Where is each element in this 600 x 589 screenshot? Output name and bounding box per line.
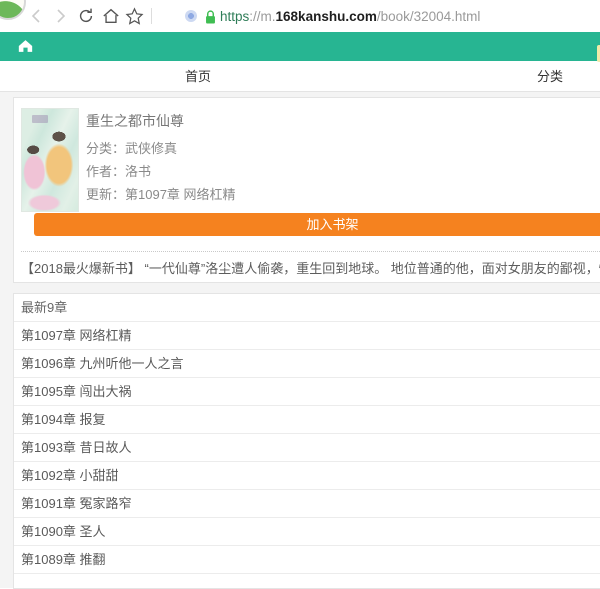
back-button[interactable] xyxy=(26,6,46,26)
site-header-bar xyxy=(0,32,600,61)
url-path: /book/32004.html xyxy=(377,9,481,24)
chapter-link[interactable]: 第1090章 圣人 xyxy=(14,518,600,546)
book-title: 重生之都市仙尊 xyxy=(86,111,184,131)
chapter-link[interactable]: 第1095章 闯出大祸 xyxy=(14,378,600,406)
latest-chapter-value[interactable]: 第1097章 网络杠精 xyxy=(125,187,236,202)
book-category-line: 分类：武侠修真 xyxy=(86,138,177,157)
chapter-list-card: 最新9章 第1097章 网络杠精 第1096章 九州听他一人之言 第1095章 … xyxy=(13,293,600,589)
chapter-link[interactable]: 第1093章 昔日故人 xyxy=(14,434,600,462)
refresh-icon[interactable] xyxy=(76,6,96,26)
chapter-link[interactable]: 第1089章 推翻 xyxy=(14,546,600,574)
url-host-prefix: ://m. xyxy=(249,9,275,24)
book-author-line: 作者：洛书 xyxy=(86,161,151,180)
add-to-shelf-button[interactable]: 加入书架 xyxy=(34,213,600,236)
update-label: 更新： xyxy=(86,187,125,202)
chapter-link[interactable]: 第1092章 小甜甜 xyxy=(14,462,600,490)
chapter-link[interactable]: 第1094章 报复 xyxy=(14,406,600,434)
chapter-link[interactable]: 第1091章 冤家路窄 xyxy=(14,490,600,518)
nav-item-category[interactable]: 分类 xyxy=(537,61,563,92)
category-value: 武侠修真 xyxy=(125,141,177,156)
url-scheme: https xyxy=(220,9,249,24)
site-home-icon[interactable] xyxy=(18,39,33,58)
author-value: 洛书 xyxy=(125,164,151,179)
site-nav: 首页 分类 xyxy=(0,61,600,92)
cover-watermark xyxy=(32,115,48,123)
author-label: 作者： xyxy=(86,164,125,179)
browser-tab-avatar[interactable] xyxy=(0,0,26,20)
chapter-list-header: 最新9章 xyxy=(14,294,600,322)
nav-item-home[interactable]: 首页 xyxy=(185,61,211,92)
browser-toolbar: https://m.168kanshu.com/book/32004.html xyxy=(0,0,600,32)
book-info-card: 重生之都市仙尊 分类：武侠修真 作者：洛书 更新：第1097章 网络杠精 加入书… xyxy=(13,97,600,283)
home-icon[interactable] xyxy=(101,6,121,26)
book-cover-image[interactable] xyxy=(21,108,79,212)
extension-dot-icon[interactable] xyxy=(185,10,197,22)
forward-button[interactable] xyxy=(51,6,71,26)
chapter-link[interactable]: 第1096章 九州听他一人之言 xyxy=(14,350,600,378)
description-divider xyxy=(21,251,600,252)
book-update-line: 更新：第1097章 网络杠精 xyxy=(86,184,236,203)
toolbar-separator xyxy=(151,8,152,24)
bookmark-star-icon[interactable] xyxy=(124,6,144,26)
category-label: 分类： xyxy=(86,141,125,156)
chapter-link[interactable]: 第1097章 网络杠精 xyxy=(14,322,600,350)
book-description: 【2018最火爆新书】 “一代仙尊”洛尘遭人偷袭，重生回到地球。 地位普通的他，… xyxy=(21,258,600,277)
url-domain: 168kanshu.com xyxy=(276,9,377,24)
ssl-lock-icon xyxy=(200,7,220,27)
address-bar[interactable]: https://m.168kanshu.com/book/32004.html xyxy=(220,0,480,32)
